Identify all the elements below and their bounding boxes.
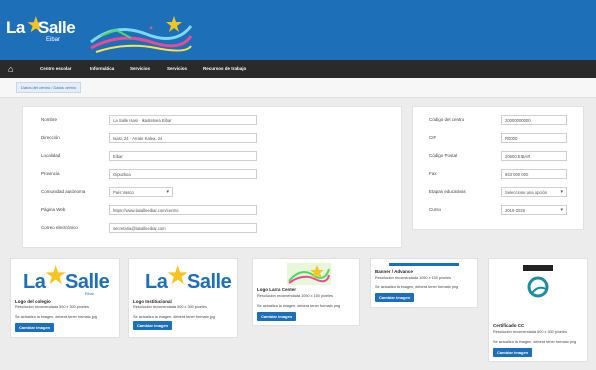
field-label-fax: Fax: [429, 171, 437, 176]
change-image-button[interactable]: Cambiar imagen: [133, 321, 173, 330]
field-label-email: Correo electrónico: [41, 225, 78, 230]
home-icon[interactable]: ⌂: [8, 64, 18, 74]
card-format-text: Se actualiza la imagen, deberá tener for…: [15, 315, 97, 319]
star-icon: ★: [44, 260, 68, 290]
card-title: Logo Larra Center: [257, 287, 297, 292]
banner-graphic: ✦: [90, 16, 193, 53]
nav-item-informatica[interactable]: Informática: [90, 66, 114, 71]
change-image-button[interactable]: Cambiar imagen: [375, 293, 415, 302]
nav-item-centro[interactable]: Centro escolar: [40, 66, 72, 71]
nombre-input[interactable]: La Salle Isasi · Ikastetxea Eibar: [109, 115, 257, 125]
localidad-input[interactable]: Eibar: [109, 151, 257, 161]
logo-subtitle: Eibar: [46, 37, 61, 43]
field-label-provincia: Provincia: [41, 171, 60, 176]
card-resolution-text: Resolución recomendada 500 x 300 píxeles: [15, 305, 89, 309]
svg-text:✦: ✦: [148, 25, 154, 32]
card-title: Banner / Advance: [375, 269, 413, 274]
etapas-select[interactable]: Seleccione una opción ▾: [501, 187, 567, 197]
field-label-direccion: Dirección: [41, 135, 60, 140]
star-icon: ★: [166, 260, 190, 290]
nav-item-servicios-2[interactable]: Servicios: [167, 66, 187, 71]
provincia-input[interactable]: Gipuzkoa: [109, 169, 257, 179]
certificate-seal-image: [523, 265, 553, 305]
main-nav: ⌂ Centro escolar Informática Servicios S…: [0, 60, 596, 78]
center-data-form: Nombre La Salle Isasi · Ikastetxea Eibar…: [22, 106, 402, 248]
field-label-curso: Curso: [429, 207, 442, 212]
field-label-cp: Código Postal: [429, 153, 458, 158]
field-label-etapas: Etapas educativas: [429, 189, 466, 194]
change-image-button[interactable]: Cambiar imagen: [15, 323, 55, 332]
logo-image-la: La: [23, 271, 46, 293]
fax-input[interactable]: 943 000 000: [501, 169, 567, 179]
nav-item-recursos[interactable]: Recursos de trabajo: [203, 66, 246, 71]
breadcrumb-bar: Datos del centro / Datos centro: [0, 78, 596, 98]
curso-select[interactable]: 2019-2020 ▾: [501, 205, 567, 215]
image-card-banner: Banner / Advance Resolución recomendada …: [370, 258, 478, 308]
field-label-comunidad: Comunidad autónoma: [41, 189, 86, 194]
direccion-input[interactable]: Isasi, 24 · Arrate Kalea, 24: [109, 133, 257, 143]
card-title: Certificado CC: [493, 323, 525, 328]
etapas-select-value: Seleccione una opción: [505, 190, 548, 195]
logo-image-salle: Salle: [187, 271, 232, 293]
card-format-text: Se actualiza la imagen, deberá tener for…: [493, 340, 577, 344]
card-title: Logo Institucional: [133, 299, 172, 304]
card-format-text: Se actualiza la imagen, deberá tener for…: [257, 304, 341, 308]
curso-select-value: 2019-2020: [505, 208, 526, 213]
codigo-input[interactable]: 20000000000: [501, 115, 567, 125]
site-header: La ★ Salle Eibar ✦: [0, 0, 596, 60]
logo-image-la: La: [145, 271, 168, 293]
card-resolution-text: Resolución recomendada 500 x 300 píxeles: [133, 305, 207, 309]
field-label-localidad: Localidad: [41, 153, 61, 158]
web-input[interactable]: https://www.lasalleeibar.com/centro: [109, 205, 257, 215]
logo-image-sub: Eibar: [85, 292, 94, 296]
field-label-nombre: Nombre: [41, 117, 58, 122]
cp-input[interactable]: 20600 EIBAR: [501, 151, 567, 161]
seal-header: [523, 265, 553, 271]
nav-item-servicios[interactable]: Servicios: [130, 66, 150, 71]
card-resolution-text: Resolución recomendada 500 x 300 píxeles: [493, 330, 567, 334]
comunidad-select-value: País Vasco: [113, 190, 134, 195]
card-format-text: Se actualiza la imagen, deberá tener for…: [133, 315, 215, 319]
logo-image-salle: Salle: [65, 271, 110, 293]
field-label-codigo: Código del centro: [429, 117, 465, 122]
image-card-certificado: Certificado CC Resolución recomendada 50…: [488, 258, 588, 362]
larra-banner-image: [287, 263, 331, 285]
logo-text-la: La: [6, 18, 25, 37]
image-card-larra: Logo Larra Center Resolución recomendada…: [252, 258, 360, 326]
card-resolution-text: Resolución recomendada 1050 x 150 píxele…: [375, 276, 451, 280]
email-input[interactable]: secretaria@lasalleeibar.com: [109, 223, 257, 233]
comunidad-select[interactable]: País Vasco ▾: [109, 187, 173, 197]
quality-seal-icon: [527, 276, 549, 298]
change-image-button[interactable]: Cambiar imagen: [257, 312, 297, 321]
card-resolution-text: Resolución recomendada 1050 x 150 píxele…: [257, 294, 333, 298]
image-card-logo-institucional: La ★ Salle Logo Institucional Resolución…: [128, 258, 238, 338]
card-format-text: Se actualiza la imagen, deberá tener for…: [375, 285, 459, 289]
chevron-down-icon: ▾: [560, 207, 563, 213]
field-label-cif: CIF: [429, 135, 437, 140]
banner-thumbnail: [389, 263, 459, 266]
card-title: Logo del colegio: [15, 299, 51, 304]
chevron-down-icon: ▾: [560, 189, 563, 195]
center-codes-form: Código del centro 20000000000 CIF R0000 …: [412, 106, 584, 230]
logo-text-salle: Salle: [38, 18, 76, 37]
chevron-down-icon: ▾: [166, 189, 169, 195]
cif-input[interactable]: R0000: [501, 133, 567, 143]
change-image-button[interactable]: Cambiar imagen: [493, 348, 533, 357]
image-card-logo-colegio: La ★ Salle Eibar Logo del colegio Resolu…: [10, 258, 120, 338]
breadcrumb[interactable]: Datos del centro / Datos centro: [16, 82, 82, 93]
field-label-web: Página Web: [41, 207, 66, 212]
